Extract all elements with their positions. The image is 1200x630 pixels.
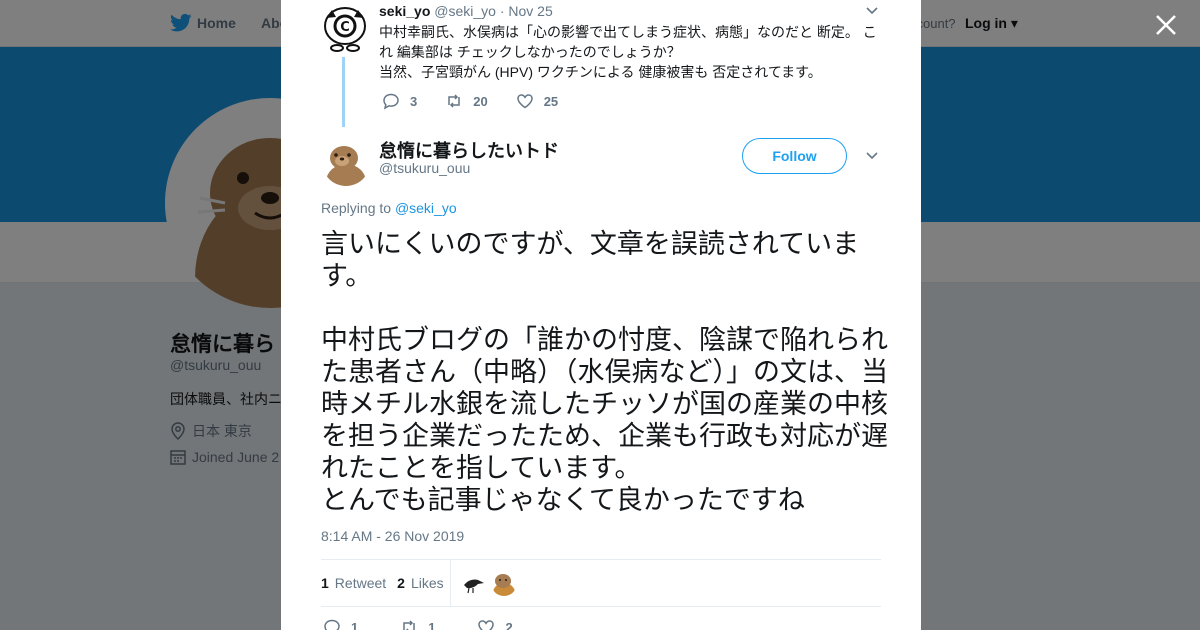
chevron-down-icon[interactable] [865,6,879,16]
liker-avatar[interactable] [461,570,487,596]
tweet-actions: 1 1 2 [323,618,555,630]
tweet-text: 言いにくいのですが、文章を誤読されています。 中村氏ブログの「誰かの忖度、陰謀で… [321,229,888,515]
liker-avatar[interactable] [491,570,517,596]
author-avatar[interactable] [322,138,370,186]
stats-separator [450,560,451,606]
heart-icon [478,620,495,630]
retweet-stat[interactable]: 1 Retweet [321,575,386,591]
parent-tweet-text: 中村幸嗣氏、水俣病は「心の影響で出てしまう症状、病態」なのだと 断定。 これ 編… [379,24,877,80]
author-handle[interactable]: @tsukuru_ouu [379,160,470,176]
sea-lion-avatar-icon [491,570,517,596]
reply-icon [383,93,399,110]
parent-tweet-header: seki_yo @seki_yo · Nov 25 [379,3,553,19]
close-icon[interactable] [1153,12,1179,38]
chevron-down-icon[interactable] [865,151,879,161]
retweet-icon [403,620,415,630]
parent-retweet-count: 20 [473,93,488,109]
like-button[interactable]: 2 [477,618,513,630]
parent-author-name[interactable]: seki_yo [379,3,430,19]
parent-tweet-actions: 3 20 25 [382,92,586,110]
follow-button[interactable]: Follow [742,138,847,174]
parent-retweet-button[interactable]: 20 [445,92,488,110]
parent-like-count: 25 [543,93,559,109]
reply-icon [324,619,340,630]
parent-reply-button[interactable]: 3 [382,92,417,110]
thread-connector-line [342,57,345,127]
parent-like-button[interactable]: 25 [516,92,558,110]
replying-to: Replying to @seki_yo [321,200,457,216]
tweet-stats: 1 Retweet 2 Likes [321,560,455,606]
reply-count: 1 [351,619,359,630]
parent-author-handle[interactable]: @seki_yo [434,3,496,19]
retweet-icon [448,94,460,108]
crow-avatar-icon [461,570,487,596]
parent-reply-count: 3 [410,93,418,109]
sea-lion-avatar-icon [322,138,370,186]
retweet-button[interactable]: 1 [400,618,435,630]
divider [321,606,881,607]
parent-tweet[interactable]: C seki_yo @seki_yo · Nov 25 中村幸嗣氏、水俣病は「心… [281,0,921,130]
parent-avatar-icon[interactable]: C [322,4,368,52]
svg-text:C: C [340,20,350,35]
parent-tweet-date[interactable]: · Nov 25 [500,3,553,19]
retweet-count: 1 [428,619,436,630]
like-count: 2 [505,619,513,630]
tweet-permalink-modal: C seki_yo @seki_yo · Nov 25 中村幸嗣氏、水俣病は「心… [281,0,921,630]
tweet-timestamp[interactable]: 8:14 AM - 26 Nov 2019 [321,528,464,544]
like-stat[interactable]: 2 Likes [397,575,443,591]
reply-button[interactable]: 1 [323,618,358,630]
replying-prefix: Replying to [321,200,395,216]
replying-to-link[interactable]: @seki_yo [395,200,457,216]
heart-icon [516,94,533,109]
